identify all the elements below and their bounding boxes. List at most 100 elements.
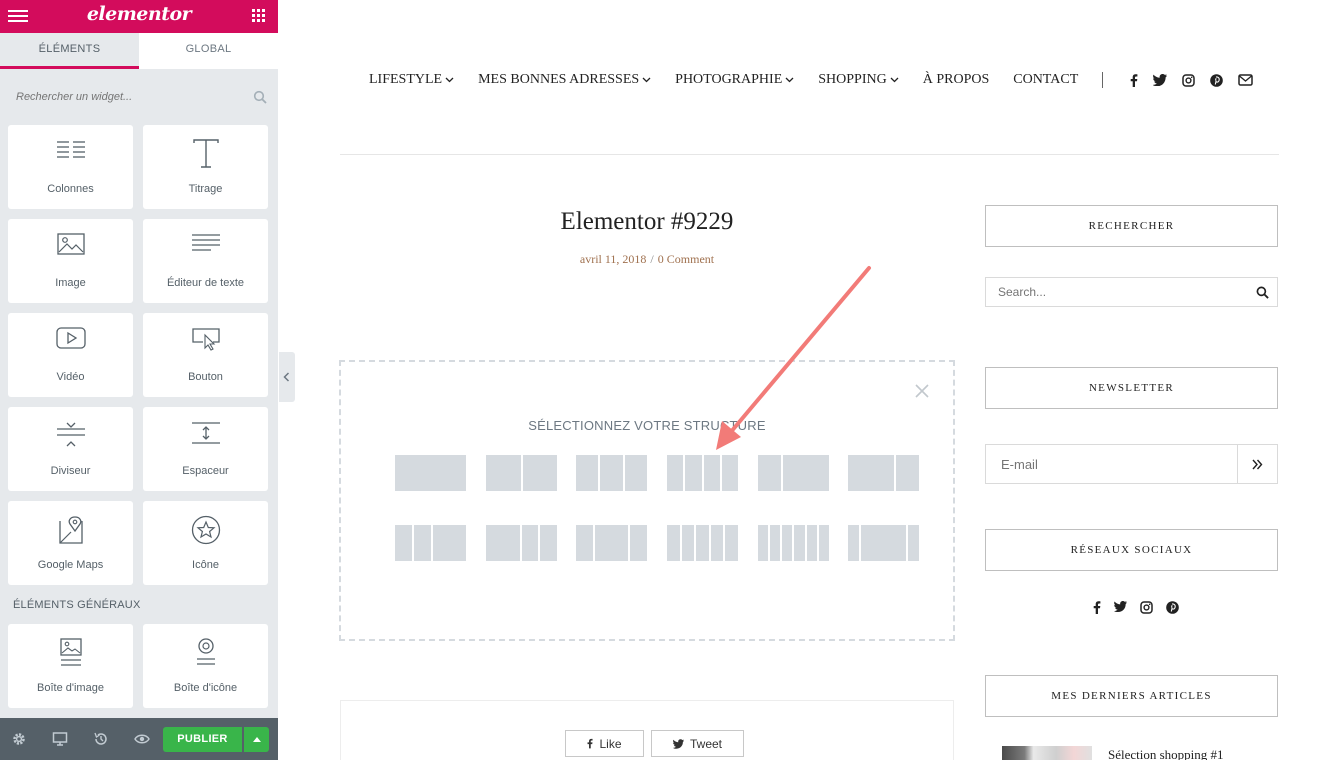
columns-icon <box>56 141 85 158</box>
like-button[interactable]: Like <box>565 730 644 757</box>
widget-label: Colonnes <box>47 183 94 195</box>
share-box: Like Tweet <box>340 700 954 760</box>
search-widget-title: RECHERCHER <box>985 205 1278 247</box>
preset-column <box>818 525 829 561</box>
settings-gear-icon[interactable] <box>11 731 27 747</box>
tab-elements[interactable]: ÉLÉMENTS <box>0 33 139 69</box>
publish-button[interactable]: PUBLIER <box>163 727 242 752</box>
nav-item-lifestyle[interactable]: LIFESTYLE <box>369 72 454 88</box>
widget-text-editor[interactable]: Éditeur de texte <box>143 219 268 303</box>
structure-title: SÉLECTIONNEZ VOTRE STRUCTURE <box>528 418 766 433</box>
facebook-icon[interactable] <box>1130 73 1138 87</box>
preset-column <box>860 525 907 561</box>
widget-heading[interactable]: Titrage <box>143 125 268 209</box>
widget-icon[interactable]: Icône <box>143 501 268 585</box>
structure-preset[interactable] <box>486 455 557 491</box>
widget-divider[interactable]: Diviseur <box>8 407 133 491</box>
tweet-button[interactable]: Tweet <box>651 730 744 757</box>
meta-separator: / <box>650 252 654 266</box>
widget-button[interactable]: Bouton <box>143 313 268 397</box>
nav-item-label: CONTACT <box>1013 72 1079 87</box>
newsletter-widget-title: NEWSLETTER <box>985 367 1278 409</box>
preset-column <box>770 525 781 561</box>
close-icon[interactable] <box>915 384 929 398</box>
nav-item-photographie[interactable]: PHOTOGRAPHIE <box>675 72 794 88</box>
pinterest-icon[interactable] <box>1166 601 1179 614</box>
preset-column <box>848 455 894 491</box>
search-icon[interactable] <box>253 90 267 104</box>
heading-icon <box>192 139 219 168</box>
preset-column <box>521 525 539 561</box>
social-widget-title: RÉSEAUX SOCIAUX <box>985 529 1278 571</box>
structure-preset[interactable] <box>758 455 829 491</box>
widget-spacer[interactable]: Espaceur <box>143 407 268 491</box>
search-icon[interactable] <box>1256 286 1269 299</box>
pinterest-icon[interactable] <box>1210 73 1224 87</box>
header-divider <box>340 154 1279 155</box>
widget-image-box[interactable]: Boîte d'image <box>8 624 133 708</box>
widget-label: Boîte d'image <box>37 682 104 694</box>
post-comments-link[interactable]: 0 Comment <box>658 252 714 266</box>
responsive-desktop-icon[interactable] <box>52 731 68 747</box>
preset-column <box>667 455 684 491</box>
twitter-icon[interactable] <box>1114 601 1127 614</box>
structure-preset[interactable] <box>758 525 829 561</box>
structure-preset[interactable] <box>667 455 738 491</box>
structure-preset[interactable] <box>848 455 919 491</box>
structure-preset[interactable] <box>395 525 466 561</box>
history-icon[interactable] <box>93 731 109 747</box>
chevron-down-icon <box>642 77 651 83</box>
structure-preset[interactable] <box>395 455 466 491</box>
mail-icon[interactable] <box>1238 74 1253 86</box>
preset-column <box>395 525 412 561</box>
widget-columns[interactable]: Colonnes <box>8 125 133 209</box>
preset-column <box>725 525 738 561</box>
widget-icon-box[interactable]: Boîte d'icône <box>143 624 268 708</box>
structure-preset[interactable] <box>848 525 919 561</box>
article-thumbnail[interactable] <box>1002 746 1092 760</box>
widget-label: Bouton <box>188 371 223 383</box>
panel-footer: PUBLIER <box>0 718 278 760</box>
star-icon <box>191 515 220 545</box>
sidebar-search-input[interactable] <box>986 278 1246 306</box>
structure-selector: SÉLECTIONNEZ VOTRE STRUCTURE <box>339 360 955 641</box>
chevron-left-icon <box>283 372 290 382</box>
nav-item-mes-bonnes-adresses[interactable]: MES BONNES ADRESSES <box>478 72 651 88</box>
preset-column <box>783 455 829 491</box>
nav-item-shopping[interactable]: SHOPPING <box>818 72 899 88</box>
preset-column <box>486 455 521 491</box>
structure-preset[interactable] <box>576 525 647 561</box>
article-title-link[interactable]: Sélection shopping #1 <box>1108 747 1224 760</box>
widget-label: Diviseur <box>50 465 91 477</box>
panel-collapse-handle[interactable] <box>279 352 295 402</box>
widget-image[interactable]: Image <box>8 219 133 303</box>
preset-column <box>600 455 623 491</box>
nav-item-label: À PROPOS <box>922 72 990 87</box>
chevron-down-icon <box>785 77 794 83</box>
widget-search-input[interactable] <box>0 77 278 117</box>
preset-column <box>667 525 680 561</box>
instagram-icon[interactable] <box>1140 601 1153 614</box>
newsletter-submit-button[interactable] <box>1238 444 1278 484</box>
structure-preset[interactable] <box>667 525 738 561</box>
widgets-grid-icon[interactable] <box>252 9 265 22</box>
tab-global[interactable]: GLOBAL <box>139 33 278 69</box>
email-input[interactable] <box>986 445 1236 483</box>
instagram-icon[interactable] <box>1182 73 1195 87</box>
preset-column <box>540 525 557 561</box>
button-icon <box>191 328 220 351</box>
structure-preset[interactable] <box>486 525 557 561</box>
facebook-icon[interactable] <box>1093 601 1101 614</box>
post-date[interactable]: avril 11, 2018 <box>580 252 647 266</box>
twitter-icon[interactable] <box>1153 74 1168 86</box>
widget-google-maps[interactable]: Google Maps <box>8 501 133 585</box>
nav-item-contact[interactable]: CONTACT <box>1013 72 1078 88</box>
nav-item-a-propos[interactable]: À PROPOS <box>923 72 990 88</box>
preset-column <box>576 455 599 491</box>
structure-preset[interactable] <box>576 455 647 491</box>
image-icon <box>56 233 85 255</box>
preview-eye-icon[interactable] <box>134 731 150 747</box>
publish-options-button[interactable] <box>244 727 269 752</box>
widget-video[interactable]: Vidéo <box>8 313 133 397</box>
widget-label: Image <box>55 277 86 289</box>
